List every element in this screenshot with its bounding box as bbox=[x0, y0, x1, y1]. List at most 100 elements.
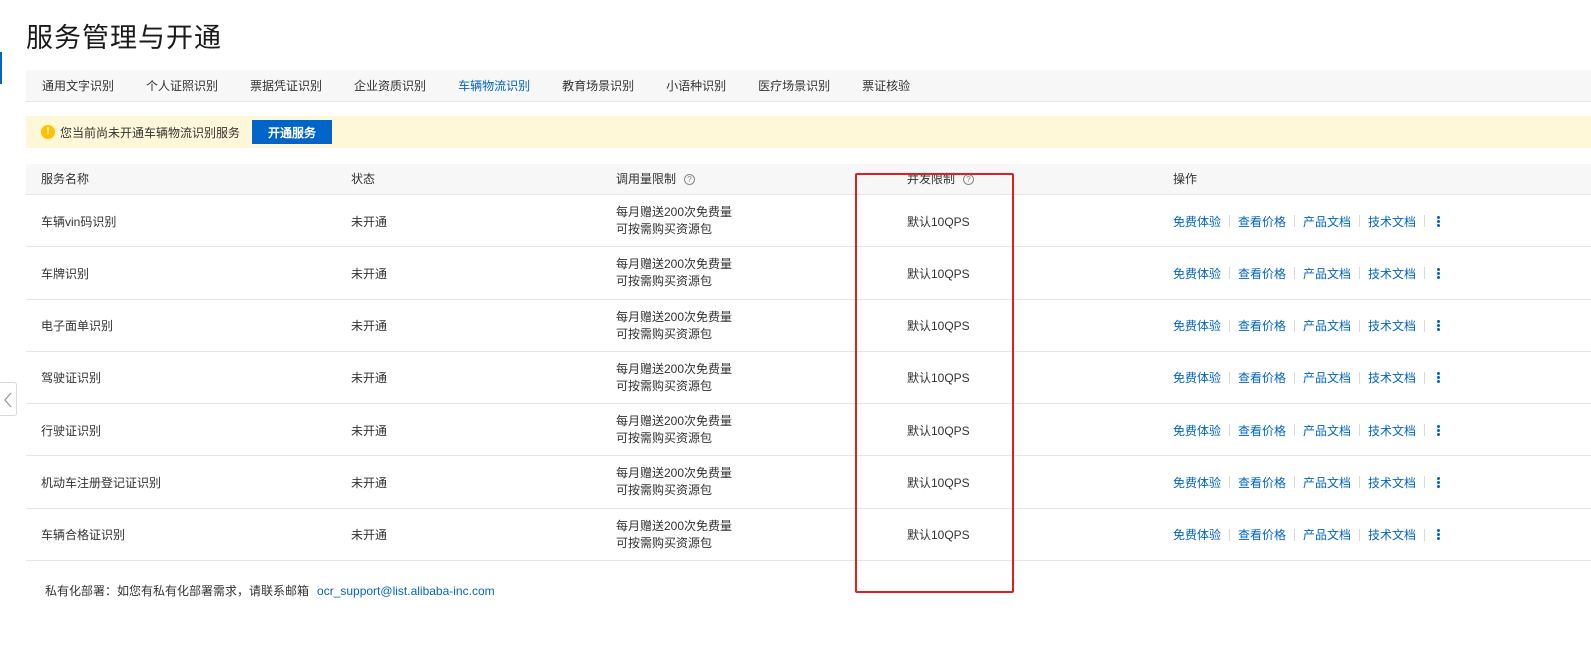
quota-line-2: 可按需购买资源包 bbox=[616, 274, 713, 289]
op-divider bbox=[1229, 267, 1231, 280]
op-divider bbox=[1359, 319, 1361, 332]
row-actions: 免费体验 查看价格 产品文档 技术文档 bbox=[1173, 404, 1441, 456]
service-quota: 每月赠送200次免费量 可按需购买资源包 bbox=[616, 195, 732, 247]
more-options-icon[interactable] bbox=[1437, 476, 1441, 488]
tab-5[interactable]: 车辆物流识别 bbox=[442, 70, 546, 102]
sidebar-toggle-button[interactable] bbox=[0, 382, 17, 416]
op-tech-doc-link[interactable]: 技术文档 bbox=[1368, 526, 1416, 543]
service-name: 驾驶证识别 bbox=[41, 371, 102, 386]
service-concurrency: 默认10QPS bbox=[907, 475, 970, 490]
op-price-link[interactable]: 查看价格 bbox=[1238, 265, 1286, 282]
op-tech-doc-link[interactable]: 技术文档 bbox=[1368, 422, 1416, 439]
service-status: 未开通 bbox=[351, 528, 388, 543]
tab-9[interactable]: 票证核验 bbox=[846, 70, 926, 102]
header-quota-label: 调用量限制 bbox=[616, 172, 677, 186]
service-name: 车辆合格证识别 bbox=[41, 528, 126, 543]
more-options-icon[interactable] bbox=[1437, 424, 1441, 436]
op-product-doc-link[interactable]: 产品文档 bbox=[1303, 422, 1351, 439]
more-options-icon[interactable] bbox=[1437, 372, 1441, 384]
service-concurrency: 默认10QPS bbox=[907, 266, 970, 281]
op-divider bbox=[1424, 267, 1426, 280]
service-quota: 每月赠送200次免费量 可按需购买资源包 bbox=[616, 404, 732, 456]
op-product-doc-link[interactable]: 产品文档 bbox=[1303, 526, 1351, 543]
op-product-doc-link[interactable]: 产品文档 bbox=[1303, 474, 1351, 491]
tab-1[interactable]: 通用文字识别 bbox=[26, 70, 130, 102]
tab-2[interactable]: 个人证照识别 bbox=[130, 70, 234, 102]
table-row: 机动车注册登记证识别 未开通 每月赠送200次免费量 可按需购买资源包 默认10QPS 免… bbox=[26, 456, 1591, 509]
op-divider bbox=[1229, 215, 1231, 227]
op-price-link[interactable]: 查看价格 bbox=[1238, 369, 1286, 386]
op-tech-doc-link[interactable]: 技术文档 bbox=[1368, 213, 1416, 230]
table-body: 车辆vin码识别 未开通 每月赠送200次免费量 可按需购买资源包 默认10QPS 免费体… bbox=[26, 195, 1591, 562]
op-product-doc-link[interactable]: 产品文档 bbox=[1303, 213, 1351, 230]
op-tech-doc-link[interactable]: 技术文档 bbox=[1368, 317, 1416, 334]
op-divider bbox=[1294, 267, 1296, 280]
service-status: 未开通 bbox=[351, 423, 388, 438]
op-product-doc-link[interactable]: 产品文档 bbox=[1303, 265, 1351, 282]
op-trial-link[interactable]: 免费体验 bbox=[1173, 526, 1221, 543]
help-icon[interactable]: ? bbox=[684, 174, 696, 185]
quota-line-1: 每月赠送200次免费量 bbox=[616, 466, 733, 481]
tab-8[interactable]: 医疗场景识别 bbox=[742, 70, 846, 102]
op-divider bbox=[1229, 319, 1231, 332]
table-header: 服务名称 状态 调用量限制 ? 并发限制 ? 操作 bbox=[26, 164, 1591, 195]
more-options-icon[interactable] bbox=[1437, 529, 1441, 541]
op-trial-link[interactable]: 免费体验 bbox=[1173, 422, 1221, 439]
help-icon[interactable]: ? bbox=[963, 174, 975, 185]
warning-icon: ! bbox=[41, 125, 55, 139]
service-name: 电子面单识别 bbox=[41, 319, 114, 334]
op-tech-doc-link[interactable]: 技术文档 bbox=[1368, 265, 1416, 282]
op-price-link[interactable]: 查看价格 bbox=[1238, 474, 1286, 491]
op-price-link[interactable]: 查看价格 bbox=[1238, 213, 1286, 230]
op-divider bbox=[1294, 424, 1296, 437]
more-options-icon[interactable] bbox=[1437, 215, 1441, 227]
op-trial-link[interactable]: 免费体验 bbox=[1173, 369, 1221, 386]
op-product-doc-link[interactable]: 产品文档 bbox=[1303, 369, 1351, 386]
more-options-icon[interactable] bbox=[1437, 320, 1441, 332]
op-price-link[interactable]: 查看价格 bbox=[1238, 317, 1286, 334]
service-concurrency: 默认10QPS bbox=[907, 319, 970, 334]
row-actions: 免费体验 查看价格 产品文档 技术文档 bbox=[1173, 195, 1441, 247]
quota-line-1: 每月赠送200次免费量 bbox=[616, 518, 733, 533]
service-concurrency: 默认10QPS bbox=[907, 423, 970, 438]
tab-7[interactable]: 小语种识别 bbox=[650, 70, 742, 102]
op-price-link[interactable]: 查看价格 bbox=[1238, 526, 1286, 543]
op-tech-doc-link[interactable]: 技术文档 bbox=[1368, 474, 1416, 491]
support-email-link[interactable]: ocr_support@list.alibaba-inc.com bbox=[317, 584, 495, 598]
service-quota: 每月赠送200次免费量 可按需购买资源包 bbox=[616, 456, 732, 508]
quota-line-1: 每月赠送200次免费量 bbox=[616, 309, 733, 324]
page-title: 服务管理与开通 bbox=[26, 23, 222, 53]
header-concurrency-label: 并发限制 bbox=[907, 172, 956, 186]
tab-6[interactable]: 教育场景识别 bbox=[546, 70, 650, 102]
header-quota: 调用量限制 ? bbox=[616, 164, 696, 195]
service-concurrency: 默认10QPS bbox=[907, 214, 970, 229]
op-price-link[interactable]: 查看价格 bbox=[1238, 422, 1286, 439]
nav-active-indicator bbox=[0, 52, 2, 84]
quota-line-1: 每月赠送200次免费量 bbox=[616, 361, 733, 376]
header-status: 状态 bbox=[351, 172, 376, 186]
more-options-icon[interactable] bbox=[1437, 267, 1441, 279]
row-actions: 免费体验 查看价格 产品文档 技术文档 bbox=[1173, 247, 1441, 299]
op-trial-link[interactable]: 免费体验 bbox=[1173, 265, 1221, 282]
op-divider bbox=[1294, 215, 1296, 227]
header-ops: 操作 bbox=[1173, 172, 1198, 186]
row-actions: 免费体验 查看价格 产品文档 技术文档 bbox=[1173, 352, 1441, 404]
private-deploy-note: 私有化部署：如您有私有化部署需求，请联系邮箱 ocr_support@list.… bbox=[45, 582, 495, 599]
op-trial-link[interactable]: 免费体验 bbox=[1173, 474, 1221, 491]
op-product-doc-link[interactable]: 产品文档 bbox=[1303, 317, 1351, 334]
service-status: 未开通 bbox=[351, 214, 388, 229]
op-tech-doc-link[interactable]: 技术文档 bbox=[1368, 369, 1416, 386]
op-divider bbox=[1294, 371, 1296, 384]
service-quota: 每月赠送200次免费量 可按需购买资源包 bbox=[616, 509, 732, 561]
op-trial-link[interactable]: 免费体验 bbox=[1173, 213, 1221, 230]
row-actions: 免费体验 查看价格 产品文档 技术文档 bbox=[1173, 456, 1441, 508]
service-quota: 每月赠送200次免费量 可按需购买资源包 bbox=[616, 352, 732, 404]
op-trial-link[interactable]: 免费体验 bbox=[1173, 317, 1221, 334]
quota-line-1: 每月赠送200次免费量 bbox=[616, 205, 733, 219]
open-service-button[interactable]: 开通服务 bbox=[252, 120, 333, 144]
op-divider bbox=[1359, 424, 1361, 437]
op-divider bbox=[1294, 528, 1296, 541]
tab-3[interactable]: 票据凭证识别 bbox=[234, 70, 338, 102]
tab-4[interactable]: 企业资质识别 bbox=[338, 70, 442, 102]
service-status: 未开通 bbox=[351, 371, 388, 386]
